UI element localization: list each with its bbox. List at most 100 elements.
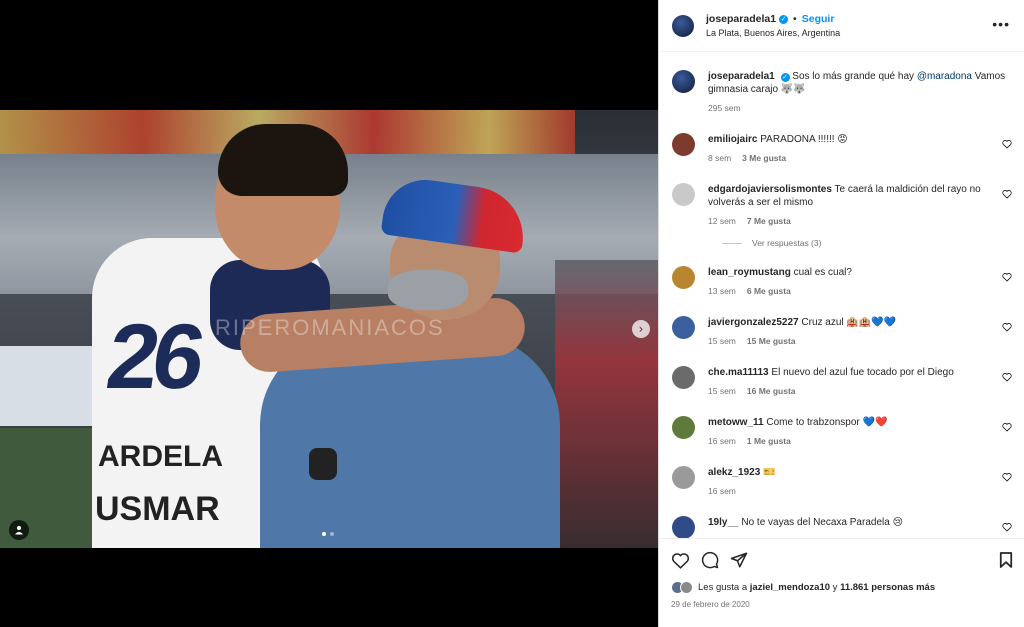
commenter-avatar[interactable] xyxy=(672,366,695,389)
commenter-avatar[interactable] xyxy=(672,516,695,538)
caption-time: 295 sem xyxy=(708,103,741,113)
comment-text: Cruz azul 🏨🏨💙💙 xyxy=(801,317,897,328)
likes-user[interactable]: jaziel_mendoza10 xyxy=(750,582,830,593)
next-arrow-icon[interactable]: › xyxy=(632,320,650,338)
comment-likes[interactable]: 6 Me gusta xyxy=(747,285,791,298)
comments-list[interactable]: joseparadela1 ✓ Sos lo más grande qué ha… xyxy=(659,52,1024,538)
likes-summary[interactable]: Les gusta a jaziel_mendoza10 y 11.861 pe… xyxy=(671,581,1013,594)
coach-beard xyxy=(388,270,468,310)
comment-item: emiliojairc PARADONA !!!!!! 😡 8 sem 3 Me… xyxy=(672,133,1012,165)
carousel-dot xyxy=(322,532,326,536)
comment-likes[interactable]: 7 Me gusta xyxy=(747,215,791,228)
replies-line xyxy=(722,242,742,244)
shirt-name: ARDELA xyxy=(98,440,223,473)
comment-likes[interactable]: 3 Me gusta xyxy=(742,152,786,165)
commenter-avatar[interactable] xyxy=(672,266,695,289)
comment-text: PARADONA !!!!!! 😡 xyxy=(760,134,848,145)
comment-likes[interactable]: 1 Me gusta xyxy=(747,435,791,448)
shirt-number: 26 xyxy=(100,306,206,408)
post-actions: Les gusta a jaziel_mendoza10 y 11.861 pe… xyxy=(659,538,1024,609)
verified-badge-icon: ✓ xyxy=(779,14,789,24)
like-heart-icon[interactable] xyxy=(671,552,690,569)
comment-like-heart-icon[interactable] xyxy=(1002,272,1012,282)
commenter-avatar[interactable] xyxy=(672,133,695,156)
media-area: 26 ARDELA USMAR RIPEROMANIACOS › xyxy=(0,0,658,627)
comment-username[interactable]: alekz_1923 xyxy=(708,467,760,478)
player-hair xyxy=(218,124,348,196)
caption-username[interactable]: joseparadela1 xyxy=(708,71,775,82)
commenter-avatar[interactable] xyxy=(672,416,695,439)
comment-username[interactable]: lean_roymustang xyxy=(708,267,791,278)
comment-item: lean_roymustang cual es cual? 13 sem 6 M… xyxy=(672,266,1012,298)
comment-like-heart-icon[interactable] xyxy=(1002,472,1012,482)
comment-item: che.ma11113 El nuevo del azul fue tocado… xyxy=(672,366,1012,398)
likes-middle: y xyxy=(830,582,841,593)
comment-likes[interactable]: 16 Me gusta xyxy=(747,385,796,398)
comment-icon[interactable] xyxy=(701,551,719,569)
follow-button[interactable]: Seguir xyxy=(802,13,835,25)
likes-count[interactable]: 11.861 personas más xyxy=(840,582,935,593)
caption: joseparadela1 ✓ Sos lo más grande qué ha… xyxy=(672,70,1012,115)
comment-time: 13 sem xyxy=(708,286,736,296)
caption-mention[interactable]: @maradona xyxy=(917,71,972,82)
comment-like-heart-icon[interactable] xyxy=(1002,189,1012,199)
comment-time: 16 sem xyxy=(708,436,736,446)
comment-time: 15 sem xyxy=(708,386,736,396)
comment-text: No te vayas del Necaxa Paradela 😢 xyxy=(741,517,903,528)
comment-item: 19ly__ No te vayas del Necaxa Paradela 😢… xyxy=(672,516,1012,538)
shirt-sponsor: USMAR xyxy=(95,490,220,528)
comment-time: 8 sem xyxy=(708,153,732,163)
comment-like-heart-icon[interactable] xyxy=(1002,322,1012,332)
comment-text: 🎫 xyxy=(763,467,776,478)
comment-like-heart-icon[interactable] xyxy=(1002,372,1012,382)
comment-item: javiergonzalez5227 Cruz azul 🏨🏨💙💙 15 sem… xyxy=(672,316,1012,348)
view-replies-button[interactable]: Ver respuestas (3) xyxy=(722,238,1012,248)
carousel-indicator xyxy=(322,532,334,536)
caption-text: Sos lo más grande qué hay xyxy=(792,71,917,82)
post-location[interactable]: La Plata, Buenos Aires, Argentina xyxy=(706,28,840,38)
commenter-avatar[interactable] xyxy=(672,466,695,489)
carousel-dot xyxy=(330,532,334,536)
commenter-avatar[interactable] xyxy=(672,316,695,339)
post-header: joseparadela1 ✓ • Seguir La Plata, Bueno… xyxy=(659,0,1024,52)
comment-text: El nuevo del azul fue tocado por el Dieg… xyxy=(771,367,954,378)
author-avatar[interactable] xyxy=(672,14,694,37)
wristwatch xyxy=(309,448,337,480)
comment-likes[interactable]: 15 Me gusta xyxy=(747,335,796,348)
post-side-panel: joseparadela1 ✓ • Seguir La Plata, Bueno… xyxy=(658,0,1024,627)
post-photo[interactable]: 26 ARDELA USMAR RIPEROMANIACOS › xyxy=(0,110,658,548)
comment-time: 15 sem xyxy=(708,336,736,346)
comment-like-heart-icon[interactable] xyxy=(1002,522,1012,532)
author-avatar[interactable] xyxy=(672,70,695,93)
comment-item: edgardojaviersolismontes Te caerá la mal… xyxy=(672,183,1012,228)
background-fans xyxy=(555,260,658,548)
commenter-avatar[interactable] xyxy=(672,183,695,206)
separator: • xyxy=(793,13,797,25)
save-bookmark-icon[interactable] xyxy=(999,551,1013,569)
comment-item: metoww_11 Come to trabzonspor 💙❤️ 16 sem… xyxy=(672,416,1012,448)
comment-username[interactable]: javiergonzalez5227 xyxy=(708,317,799,328)
user-tag-icon[interactable] xyxy=(9,520,29,540)
comment-text: Come to trabzonspor 💙❤️ xyxy=(766,417,888,428)
instagram-post-view: 26 ARDELA USMAR RIPEROMANIACOS › josepar… xyxy=(0,0,1024,627)
comment-like-heart-icon[interactable] xyxy=(1002,422,1012,432)
comment-time: 16 sem xyxy=(708,486,736,496)
comment-time: 12 sem xyxy=(708,216,736,226)
more-options-icon[interactable]: ••• xyxy=(992,16,1010,32)
view-replies-label[interactable]: Ver respuestas (3) xyxy=(752,238,821,248)
comment-like-heart-icon[interactable] xyxy=(1002,139,1012,149)
comment-item: alekz_1923 🎫 16 sem xyxy=(672,466,1012,498)
share-icon[interactable] xyxy=(730,551,748,569)
likes-prefix: Les gusta a xyxy=(698,582,750,593)
comment-username[interactable]: emiliojairc xyxy=(708,134,757,145)
comment-username[interactable]: che.ma11113 xyxy=(708,367,769,378)
comment-username[interactable]: edgardojaviersolismontes xyxy=(708,184,832,195)
comment-username[interactable]: 19ly__ xyxy=(708,517,739,528)
comment-text: cual es cual? xyxy=(793,267,852,278)
author-username[interactable]: joseparadela1 xyxy=(706,13,776,25)
comment-username[interactable]: metoww_11 xyxy=(708,417,764,428)
verified-badge-icon: ✓ xyxy=(780,73,790,82)
liker-avatar xyxy=(680,581,693,594)
photo-watermark: RIPEROMANIACOS xyxy=(215,315,445,340)
post-date: 29 de febrero de 2020 xyxy=(671,600,750,609)
